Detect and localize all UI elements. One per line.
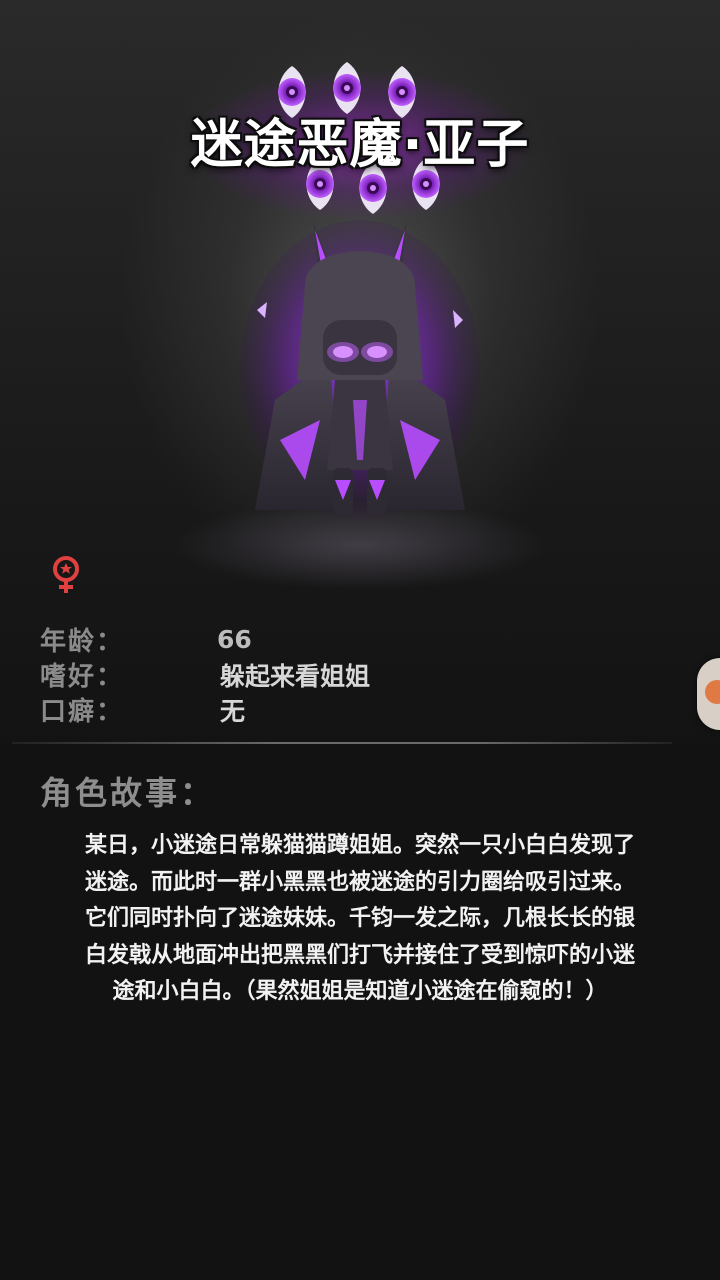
info-row-catchphrase: 口癖： 无 [40, 692, 370, 728]
divider [12, 742, 672, 744]
info-value: 躲起来看姐姐 [220, 661, 371, 691]
character-model [240, 220, 480, 520]
story-line: 它们同时扑向了迷途妹妹。千钧一发之际，几根长长的银 [84, 906, 635, 931]
side-menu-icon [705, 680, 720, 704]
story-line: 白发戟从地面冲出把黑黑们打飞并接住了受到惊吓的小迷 [84, 942, 635, 968]
info-value: 无 [220, 696, 246, 726]
info-row-hobby: 嗜好： 躲起来看姐姐 [40, 657, 371, 693]
story-text: 某日，小迷途日常躲猫猫蹲姐姐。突然一只小白白发现了 迷途。而此时一群小黑黑也被迷… [30, 828, 690, 1011]
female-symbol-icon [53, 556, 79, 593]
story-line: 某日，小迷途日常躲猫猫蹲姐姐。突然一只小白白发现了 [84, 833, 635, 858]
info-value: 66 [217, 625, 252, 654]
story-line: 迷途。而此时一群小黑黑也被迷途的引力圈给吸引过来。 [84, 869, 635, 895]
side-menu-button[interactable] [697, 658, 720, 730]
info-label: 年龄： [40, 627, 125, 657]
story-line: 途和小白白。（果然姐姐是知道小迷途在偷窥的！） [112, 979, 608, 1004]
story-heading: 角色故事： [40, 774, 216, 812]
info-label: 嗜好： [40, 662, 125, 692]
info-row-age: 年龄： 66 [40, 622, 370, 657]
character-info: 年龄： 66 嗜好： 躲起来看姐姐 口癖： 无 [40, 622, 370, 727]
character-name: 迷途恶魔·亚子 [190, 115, 530, 175]
info-label: 口癖： [40, 697, 125, 727]
